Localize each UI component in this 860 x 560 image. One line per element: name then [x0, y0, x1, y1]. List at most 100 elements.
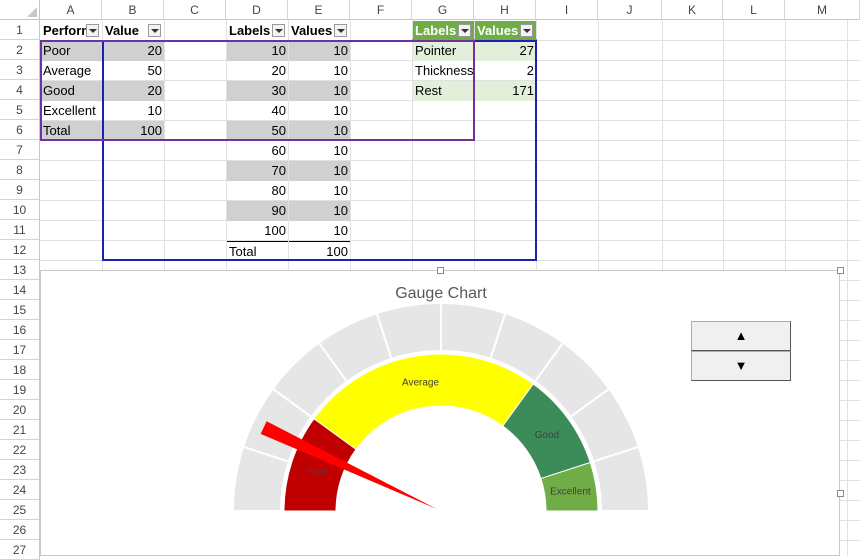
table2-cell-label[interactable]: 10 [227, 41, 288, 61]
table2-cell-value[interactable]: 10 [289, 121, 350, 141]
table1-cell-value[interactable]: 20 [103, 41, 164, 61]
row-header-27[interactable]: 27 [0, 540, 40, 560]
row-header-15[interactable]: 15 [0, 300, 40, 320]
table2-cell-value[interactable]: 10 [289, 81, 350, 101]
table2-cell-label[interactable]: 90 [227, 201, 288, 221]
column-header-j[interactable]: J [598, 0, 662, 20]
chart-title: Gauge Chart [395, 285, 487, 302]
row-header-22[interactable]: 22 [0, 440, 40, 460]
filter-dropdown-icon[interactable] [272, 24, 285, 37]
row-header-7[interactable]: 7 [0, 140, 40, 160]
table1-cell-value[interactable]: 50 [103, 61, 164, 81]
table1-cell-label[interactable]: Average [41, 61, 102, 81]
column-header-g[interactable]: G [412, 0, 474, 20]
gridline [40, 240, 860, 241]
row-header-26[interactable]: 26 [0, 520, 40, 540]
column-header-c[interactable]: C [164, 0, 226, 20]
table1-cell-value[interactable]: 20 [103, 81, 164, 101]
row-header-14[interactable]: 14 [0, 280, 40, 300]
select-all-corner[interactable] [0, 0, 40, 20]
row-header-4[interactable]: 4 [0, 80, 40, 100]
spinner-down-button[interactable]: ▼ [691, 351, 791, 381]
gridline [40, 160, 860, 161]
spreadsheet-grid[interactable]: A B C D E F G H I J K L M 1 2 3 4 5 6 7 … [0, 0, 860, 560]
row-header-13[interactable]: 13 [0, 260, 40, 280]
table2-cell-value[interactable]: 100 [289, 241, 350, 261]
gridline [40, 180, 860, 181]
column-header-i[interactable]: I [536, 0, 598, 20]
filter-dropdown-icon[interactable] [86, 24, 99, 37]
row-header-16[interactable]: 16 [0, 320, 40, 340]
row-header-1[interactable]: 1 [0, 20, 40, 40]
table3-cell-value[interactable]: 27 [475, 41, 536, 61]
gridline [40, 200, 860, 201]
table1-cell-label[interactable]: Excellent [41, 101, 102, 121]
gauge-band-label: Poor [306, 467, 328, 478]
table2-cell-label[interactable]: 80 [227, 181, 288, 201]
row-header-3[interactable]: 3 [0, 60, 40, 80]
row-header-20[interactable]: 20 [0, 400, 40, 420]
gauge-chart-plot: Gauge Chart Poor Average Good Excellent [231, 285, 651, 512]
table2-cell-value[interactable]: 10 [289, 141, 350, 161]
row-header-8[interactable]: 8 [0, 160, 40, 180]
column-header-b[interactable]: B [102, 0, 164, 20]
table1-cell-label[interactable]: Total [41, 121, 102, 141]
filter-dropdown-icon[interactable] [458, 24, 471, 37]
row-header-9[interactable]: 9 [0, 180, 40, 200]
row-header-5[interactable]: 5 [0, 100, 40, 120]
table2-cell-label[interactable]: Total [227, 241, 288, 261]
row-header-6[interactable]: 6 [0, 120, 40, 140]
table2-cell-value[interactable]: 10 [289, 161, 350, 181]
row-header-11[interactable]: 11 [0, 220, 40, 240]
table3-cell-label[interactable]: Thickness [413, 61, 474, 81]
column-header-f[interactable]: F [350, 0, 412, 20]
column-header-h[interactable]: H [474, 0, 536, 20]
table3-cell-value[interactable]: 2 [475, 61, 536, 81]
column-header-l[interactable]: L [723, 0, 785, 20]
gauge-band-label: Excellent [550, 487, 591, 498]
row-header-25[interactable]: 25 [0, 500, 40, 520]
table2-cell-value[interactable]: 10 [289, 41, 350, 61]
column-header-k[interactable]: K [662, 0, 723, 20]
table3-cell-label[interactable]: Pointer [413, 41, 474, 61]
table2-cell-label[interactable]: 40 [227, 101, 288, 121]
table2-cell-value[interactable]: 10 [289, 181, 350, 201]
column-header-e[interactable]: E [288, 0, 350, 20]
table1-cell-label[interactable]: Good [41, 81, 102, 101]
row-header-12[interactable]: 12 [0, 240, 40, 260]
table2-cell-label[interactable]: 30 [227, 81, 288, 101]
table2-cell-label[interactable]: 60 [227, 141, 288, 161]
table2-cell-value[interactable]: 10 [289, 221, 350, 241]
row-header-19[interactable]: 19 [0, 380, 40, 400]
column-header-m[interactable]: M [785, 0, 860, 20]
row-header-17[interactable]: 17 [0, 340, 40, 360]
table2-cell-label[interactable]: 20 [227, 61, 288, 81]
table3-cell-label[interactable]: Rest [413, 81, 474, 101]
row-header-21[interactable]: 21 [0, 420, 40, 440]
table3-cell-value[interactable]: 171 [475, 81, 536, 101]
row-header-2[interactable]: 2 [0, 40, 40, 60]
table2-cell-label[interactable]: 100 [227, 221, 288, 241]
filter-dropdown-icon[interactable] [334, 24, 347, 37]
filter-dropdown-icon[interactable] [520, 24, 533, 37]
table2-cell-value[interactable]: 10 [289, 101, 350, 121]
row-header-18[interactable]: 18 [0, 360, 40, 380]
table1-cell-label[interactable]: Poor [41, 41, 102, 61]
table2-cell-value[interactable]: 10 [289, 201, 350, 221]
table2-cell-label[interactable]: 50 [227, 121, 288, 141]
table2-cell-label[interactable]: 70 [227, 161, 288, 181]
column-header-d[interactable]: D [226, 0, 288, 20]
row-header-23[interactable]: 23 [0, 460, 40, 480]
table2-cell-value[interactable]: 10 [289, 61, 350, 81]
gauge-chart[interactable]: Gauge Chart Poor Average Good Excellent ▲ ▼ [40, 267, 844, 556]
column-header-a[interactable]: A [40, 0, 102, 20]
spinner-up-button[interactable]: ▲ [691, 321, 791, 351]
gauge-band-label: Good [535, 430, 559, 441]
gridline [40, 220, 860, 221]
table1-cell-value[interactable]: 10 [103, 101, 164, 121]
row-header-10[interactable]: 10 [0, 200, 40, 220]
filter-dropdown-icon[interactable] [148, 24, 161, 37]
row-header-24[interactable]: 24 [0, 480, 40, 500]
gauge-band-label: Average [402, 378, 440, 389]
table1-cell-value[interactable]: 100 [103, 121, 164, 141]
